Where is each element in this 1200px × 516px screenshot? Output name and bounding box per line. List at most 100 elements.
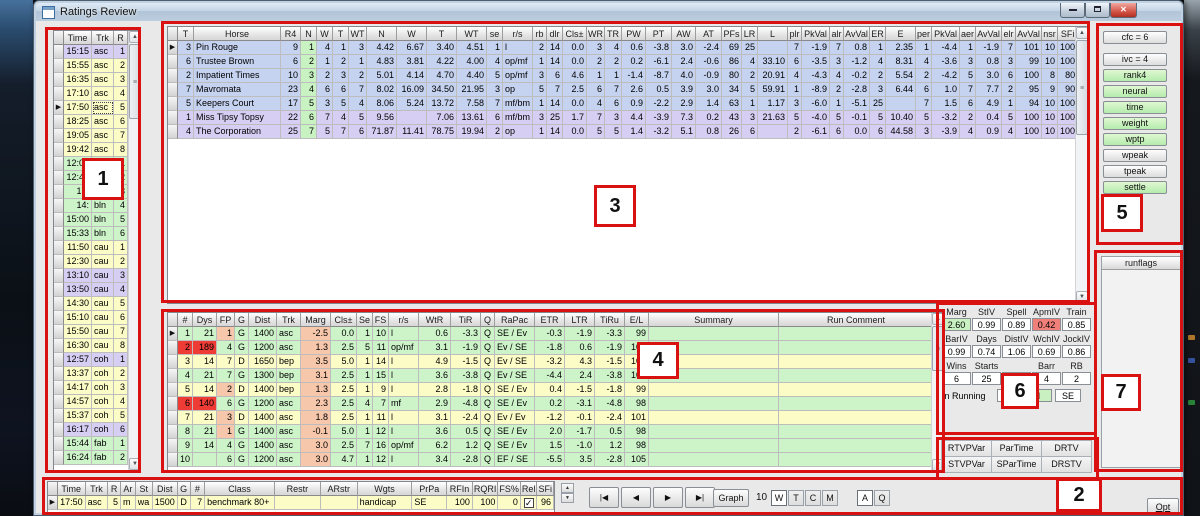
cell[interactable]: 4: [217, 439, 235, 453]
cell[interactable]: 0.0: [563, 97, 587, 111]
cell[interactable]: 5: [870, 111, 886, 125]
cell[interactable]: 3: [870, 83, 886, 97]
cell[interactable]: 7: [191, 496, 206, 510]
cell[interactable]: -4.0: [802, 111, 830, 125]
cell[interactable]: -1.5: [595, 355, 625, 369]
cell[interactable]: -2.8: [844, 83, 870, 97]
cell[interactable]: 4.3: [565, 355, 595, 369]
cell[interactable]: l: [503, 41, 533, 55]
cell[interactable]: 6: [547, 69, 563, 83]
column-header-rapac[interactable]: RaPac: [495, 313, 535, 327]
column-header-pt[interactable]: PT: [646, 27, 672, 41]
cell[interactable]: 14:57: [64, 395, 92, 409]
cell[interactable]: 14:17: [64, 381, 92, 395]
cell[interactable]: 4.83: [367, 55, 397, 69]
cell[interactable]: 3: [114, 381, 128, 395]
partime-button[interactable]: ParTime: [991, 440, 1042, 457]
column-header-w[interactable]: W: [317, 27, 333, 41]
cell[interactable]: -1.7: [565, 425, 595, 439]
cell[interactable]: 1300: [249, 369, 277, 383]
column-header-plr[interactable]: plr: [788, 27, 802, 41]
cell[interactable]: [758, 41, 788, 55]
column-header-wt[interactable]: WT: [457, 27, 487, 41]
column-header-cls[interactable]: Cls±: [331, 313, 357, 327]
column-header-pkval[interactable]: PkVal: [802, 27, 830, 41]
checkbox[interactable]: ✓: [524, 498, 534, 508]
cell[interactable]: mf/bm: [503, 97, 533, 111]
cell[interactable]: 5: [114, 297, 128, 311]
mode-t-button[interactable]: T: [788, 490, 804, 506]
cell[interactable]: 7: [178, 83, 194, 97]
column-header-time[interactable]: Time: [58, 482, 86, 496]
cell[interactable]: Trustee Brown: [194, 55, 281, 69]
column-header-marg[interactable]: Marg: [301, 313, 331, 327]
cell[interactable]: 17:50: [64, 101, 92, 115]
cell[interactable]: coh: [92, 395, 114, 409]
cell[interactable]: 11: [373, 411, 389, 425]
scroll-down-icon[interactable]: ▼: [129, 458, 141, 470]
cell[interactable]: 2.5: [563, 83, 587, 97]
cell[interactable]: Miss Tipsy Topsy: [194, 111, 281, 125]
table-row[interactable]: ▶17:50asc5: [54, 101, 128, 115]
cell[interactable]: 4.9: [976, 97, 1002, 111]
cell[interactable]: 99: [1016, 55, 1042, 69]
cell[interactable]: G: [235, 341, 249, 355]
cell[interactable]: 3.4: [419, 453, 451, 467]
race-list-scrollbar[interactable]: ▲ ≡ ▼: [128, 31, 140, 470]
table-row[interactable]: 7Mavromata2346678.0216.0934.5021.953op57…: [168, 83, 1078, 97]
cell[interactable]: 0.4: [976, 111, 1002, 125]
table-row[interactable]: 21894G1200asc1.32.5511op/mf3.1-1.9QEv / …: [168, 341, 934, 355]
cell[interactable]: 14:30: [64, 297, 92, 311]
cell[interactable]: op/mf: [503, 55, 533, 69]
maximize-button[interactable]: [1085, 3, 1110, 18]
cell[interactable]: 0.2: [622, 55, 646, 69]
cell[interactable]: 5: [301, 97, 317, 111]
cell[interactable]: 2.5: [331, 383, 357, 397]
cell[interactable]: -1.5: [565, 383, 595, 397]
row-selector[interactable]: [54, 311, 64, 325]
cell[interactable]: 1: [217, 327, 235, 341]
column-header-r[interactable]: R: [108, 482, 121, 496]
cell[interactable]: 0.5: [451, 425, 481, 439]
cell[interactable]: 5: [487, 69, 503, 83]
cell[interactable]: bep: [277, 383, 301, 397]
column-header-se[interactable]: se: [487, 27, 503, 41]
cell[interactable]: 2.4: [672, 55, 696, 69]
cell[interactable]: 2: [114, 59, 128, 73]
cell[interactable]: bln: [92, 227, 114, 241]
table-row[interactable]: 16:30cau8: [54, 339, 128, 353]
cell[interactable]: Q: [481, 411, 495, 425]
cell[interactable]: 6: [587, 83, 605, 97]
cell[interactable]: -1.0: [565, 439, 595, 453]
column-header-t[interactable]: T: [427, 27, 457, 41]
cell[interactable]: 7: [114, 129, 128, 143]
column-header-alr[interactable]: alr: [830, 27, 844, 41]
cell[interactable]: 0.6: [419, 327, 451, 341]
cell[interactable]: -3.9: [932, 125, 960, 139]
cell[interactable]: -3.5: [802, 55, 830, 69]
cell[interactable]: 1: [357, 355, 373, 369]
cell[interactable]: 1.2: [451, 439, 481, 453]
cell[interactable]: asc: [277, 453, 301, 467]
scroll-down-icon[interactable]: ▼: [1076, 291, 1088, 303]
cell[interactable]: 2: [178, 341, 193, 355]
cell[interactable]: SE / Ev: [495, 425, 535, 439]
ratings-button-neural[interactable]: neural: [1103, 85, 1167, 98]
cell[interactable]: D: [235, 355, 249, 369]
cell[interactable]: wa: [136, 496, 153, 510]
row-selector[interactable]: [54, 241, 64, 255]
cell[interactable]: 5: [357, 341, 373, 355]
cell[interactable]: 5: [742, 83, 758, 97]
cell[interactable]: 15:33: [64, 227, 92, 241]
cell[interactable]: 7: [960, 83, 976, 97]
table-row[interactable]: 15:50cau7: [54, 325, 128, 339]
cell[interactable]: [193, 453, 217, 467]
cell[interactable]: 1400: [249, 383, 277, 397]
cell[interactable]: 4: [487, 55, 503, 69]
row-selector[interactable]: [168, 69, 178, 83]
cell[interactable]: 14: [373, 355, 389, 369]
title-bar[interactable]: Ratings Review ✕: [36, 3, 1181, 21]
row-selector[interactable]: [54, 353, 64, 367]
cell[interactable]: coh: [92, 423, 114, 437]
cell[interactable]: 4: [301, 83, 317, 97]
